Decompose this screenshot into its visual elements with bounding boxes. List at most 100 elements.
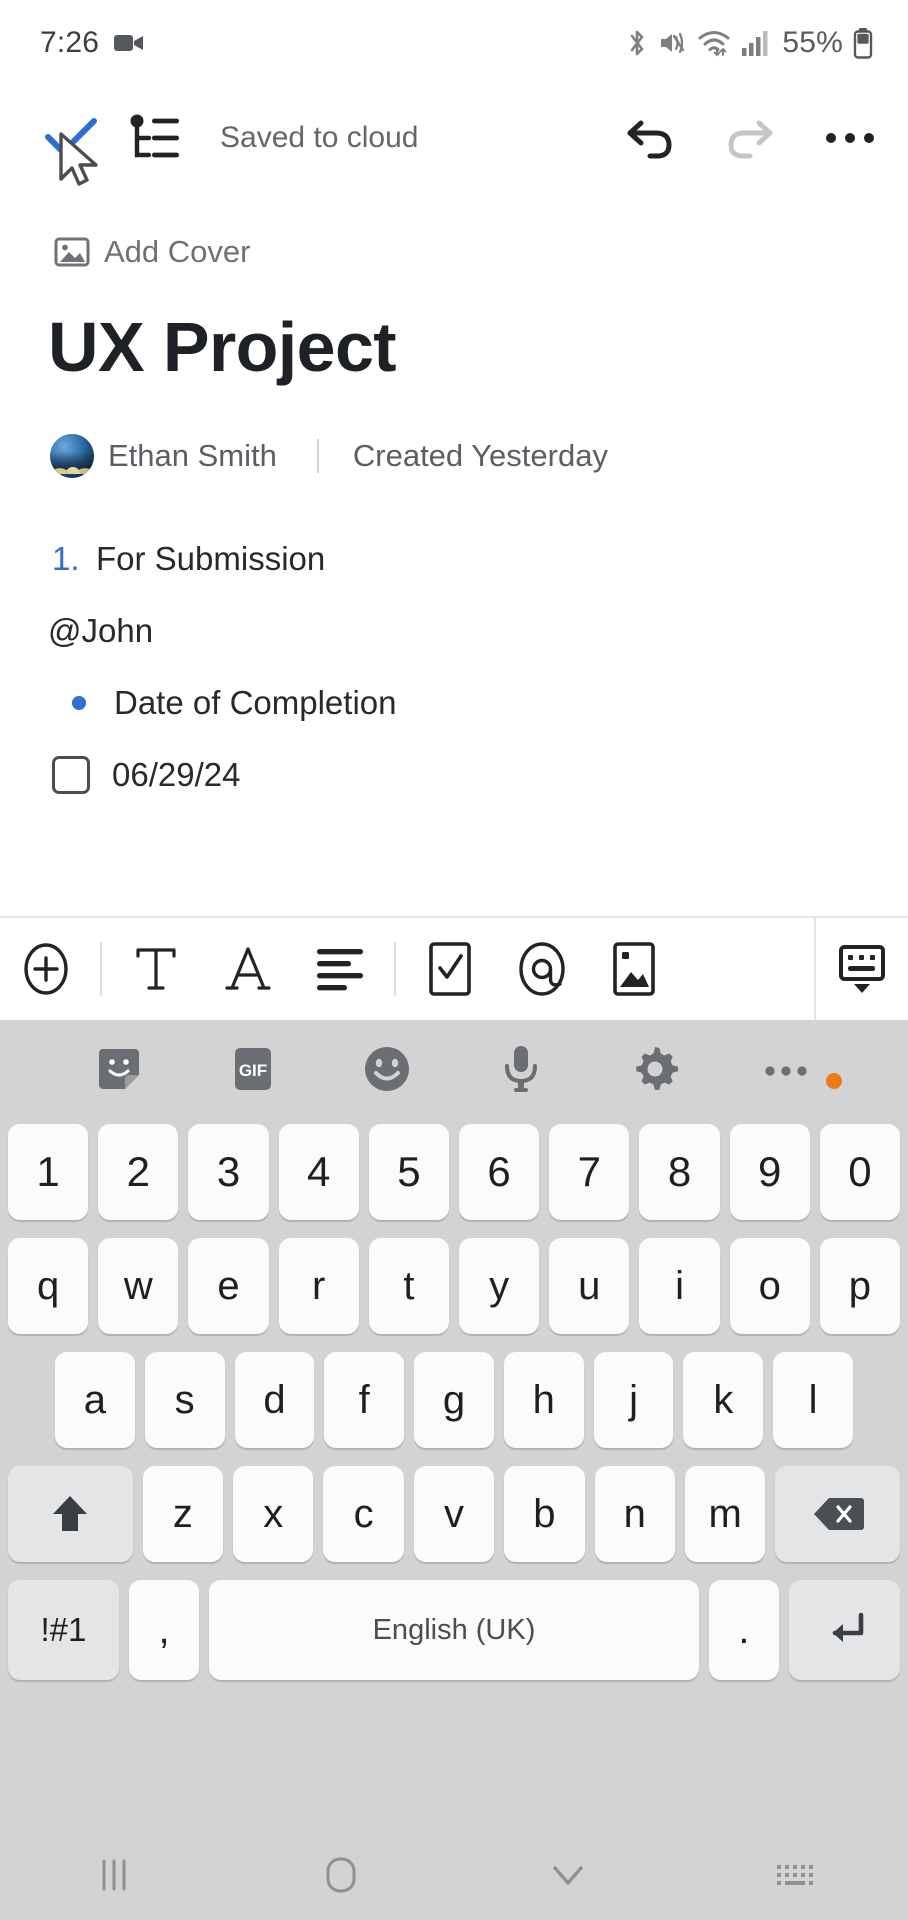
key-x[interactable]: x (233, 1466, 314, 1562)
wifi-icon (698, 31, 730, 57)
key-g[interactable]: g (414, 1352, 494, 1448)
svg-text:GIF: GIF (239, 1061, 267, 1080)
undo-button[interactable] (622, 110, 678, 166)
outline-button[interactable] (126, 109, 184, 167)
text-style-button[interactable] (110, 917, 202, 1021)
key-period[interactable]: . (708, 1580, 780, 1680)
status-bar-left: 7:26 (40, 26, 145, 60)
check-icon (45, 118, 97, 155)
key-q[interactable]: q (7, 1238, 89, 1334)
cellular-signal-icon (742, 31, 768, 56)
nav-switch-keyboard-button[interactable] (681, 1859, 908, 1891)
done-check-button[interactable] (42, 109, 100, 167)
bullet-list-item[interactable]: Date of Completion (46, 684, 862, 722)
nav-home-button[interactable] (227, 1855, 454, 1895)
key-0[interactable]: 0 (819, 1124, 901, 1220)
key-enter[interactable] (789, 1580, 900, 1680)
bullet-item-text: Date of Completion (114, 683, 397, 721)
key-a[interactable]: a (54, 1352, 135, 1448)
key-l[interactable]: l (773, 1352, 854, 1448)
key-h[interactable]: h (503, 1352, 584, 1448)
more-options-button[interactable] (822, 110, 878, 166)
key-t[interactable]: t (368, 1238, 449, 1334)
sticker-icon (99, 1049, 139, 1089)
key-o[interactable]: o (729, 1238, 810, 1334)
key-m[interactable]: m (684, 1466, 766, 1562)
gif-button[interactable]: GIF (186, 1045, 320, 1093)
key-e[interactable]: e (188, 1238, 269, 1334)
emoji-button[interactable] (320, 1044, 454, 1094)
font-button[interactable] (202, 917, 294, 1021)
list-item[interactable]: 1. For Submission (46, 540, 862, 578)
key-y[interactable]: y (459, 1238, 540, 1334)
video-recording-icon (114, 35, 144, 51)
nav-hide-keyboard-button[interactable] (454, 1859, 681, 1891)
key-j[interactable]: j (593, 1352, 674, 1448)
key-space[interactable]: English (UK) (209, 1580, 699, 1680)
hide-keyboard-button[interactable] (816, 917, 908, 1021)
image-button[interactable] (588, 917, 680, 1021)
key-9[interactable]: 9 (729, 1124, 810, 1220)
key-backspace[interactable] (775, 1466, 900, 1562)
key-c[interactable]: c (323, 1466, 404, 1562)
key-n[interactable]: n (594, 1466, 675, 1562)
nav-recents-button[interactable] (0, 1857, 227, 1893)
redo-button[interactable] (722, 110, 778, 166)
at-mention-icon (519, 942, 565, 996)
key-k[interactable]: k (683, 1352, 764, 1448)
checkbox-list-item[interactable]: 06/29/24 (46, 755, 862, 794)
add-cover-button[interactable]: Add Cover (54, 234, 862, 270)
key-d[interactable]: d (234, 1352, 315, 1448)
align-button[interactable] (294, 917, 386, 1021)
key-3[interactable]: 3 (188, 1124, 269, 1220)
keyboard-more-button[interactable] (722, 1061, 856, 1089)
voice-input-button[interactable] (454, 1043, 588, 1095)
key-f[interactable]: f (324, 1352, 405, 1448)
keyboard-toolbar: GIF (0, 1020, 908, 1118)
key-symbols[interactable]: !#1 (8, 1580, 119, 1680)
key-i[interactable]: i (639, 1238, 720, 1334)
key-r[interactable]: r (278, 1238, 359, 1334)
key-1[interactable]: 1 (7, 1124, 89, 1220)
key-4[interactable]: 4 (278, 1124, 359, 1220)
status-bar: 7:26 55% (0, 0, 908, 86)
text-T-icon (136, 948, 176, 990)
chevron-down-icon (552, 1866, 583, 1885)
key-p[interactable]: p (819, 1238, 901, 1334)
gif-icon: GIF (235, 1048, 271, 1090)
checkbox-unchecked-icon[interactable] (52, 755, 90, 794)
notification-badge (826, 1073, 842, 1089)
key-6[interactable]: 6 (459, 1124, 540, 1220)
mention-block[interactable]: @John (48, 612, 862, 650)
mention-button[interactable] (496, 917, 588, 1021)
keyboard-row-q: q w e r t y u i o p (0, 1232, 908, 1340)
undo-icon (627, 120, 672, 159)
status-time: 7:26 (40, 26, 100, 59)
more-dots-icon (826, 133, 874, 143)
key-w[interactable]: w (98, 1238, 179, 1334)
toolbar-divider (100, 942, 102, 996)
key-2[interactable]: 2 (98, 1124, 179, 1220)
app-bar-actions (622, 110, 878, 166)
keyboard-settings-button[interactable] (588, 1044, 722, 1094)
key-comma[interactable]: , (128, 1580, 200, 1680)
key-z[interactable]: z (142, 1466, 224, 1562)
key-8[interactable]: 8 (639, 1124, 720, 1220)
key-5[interactable]: 5 (368, 1124, 449, 1220)
document-body[interactable]: Add Cover UX Project Ethan Smith Created… (0, 190, 908, 916)
key-shift[interactable] (8, 1466, 133, 1562)
page-title[interactable]: UX Project (48, 309, 862, 386)
key-7[interactable]: 7 (549, 1124, 630, 1220)
add-block-button[interactable] (0, 917, 92, 1021)
key-s[interactable]: s (144, 1352, 225, 1448)
sticker-button[interactable] (52, 1045, 186, 1093)
keyboard-down-icon (839, 945, 885, 993)
key-v[interactable]: v (413, 1466, 495, 1562)
system-navigation-bar (0, 1830, 908, 1920)
home-icon (326, 1857, 355, 1893)
checklist-button[interactable] (404, 917, 496, 1021)
bullet-dot-icon (72, 695, 86, 710)
emoji-smiley-icon (365, 1047, 409, 1091)
key-b[interactable]: b (504, 1466, 585, 1562)
key-u[interactable]: u (549, 1238, 630, 1334)
